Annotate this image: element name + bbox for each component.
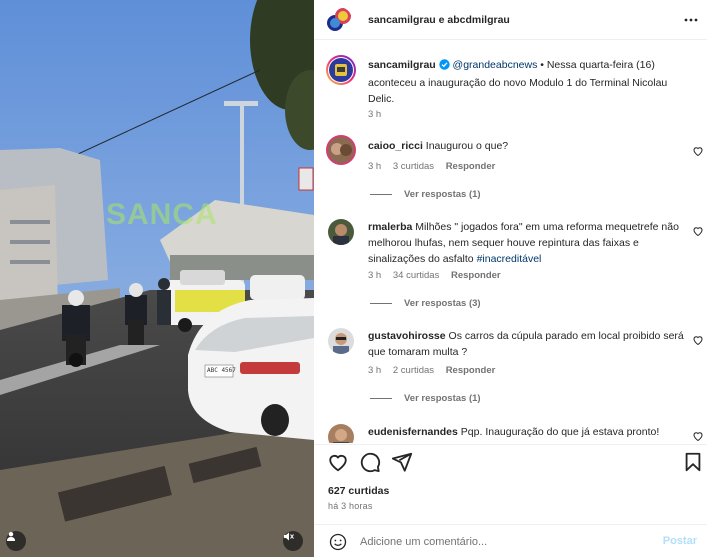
post-caption: sancamilgrau @grandeabcnews • Nessa quar…	[368, 57, 693, 107]
view-replies-label: Ver respostas (1)	[404, 393, 481, 404]
user-tag-button[interactable]	[6, 531, 26, 551]
comment-text: gustavohirosse Os carros da cúpula parad…	[368, 328, 690, 360]
post-authors: sancamilgrau e abcdmilgrau	[368, 12, 510, 28]
view-replies-label: Ver respostas (1)	[404, 189, 481, 200]
add-comment-bar: Postar	[314, 524, 707, 557]
comment-meta: 3 h 2 curtidas Responder	[368, 365, 504, 376]
reply-button[interactable]: Responder	[451, 270, 501, 281]
comment-avatar[interactable]	[328, 424, 354, 443]
author-1-link[interactable]: sancamilgrau	[368, 14, 436, 26]
comment-body: Inaugurou o que?	[425, 140, 509, 152]
replies-line	[370, 303, 392, 304]
mute-button[interactable]	[283, 531, 303, 551]
license-plate: ABC 4567	[207, 367, 236, 374]
reply-button[interactable]: Responder	[446, 161, 496, 172]
post-time-ago: há 3 horas	[328, 501, 373, 511]
heart-icon	[693, 147, 703, 157]
emoji-icon	[329, 533, 347, 551]
view-replies-label: Ver respostas (3)	[404, 298, 481, 309]
heart-icon	[693, 227, 703, 237]
user-tag-icon	[7, 532, 15, 541]
view-replies-button[interactable]: Ver respostas (1)	[370, 189, 481, 200]
caption-time: 3 h	[368, 109, 382, 120]
comment-like-button[interactable]	[692, 430, 704, 442]
comment-text: caioo_ricci Inaugurou o que?	[368, 138, 668, 154]
more-horizontal-icon	[684, 18, 698, 22]
author-avatar[interactable]	[326, 7, 352, 33]
comment-icon	[360, 452, 381, 473]
comment-time: 3 h	[368, 270, 382, 281]
post-header: sancamilgrau e abcdmilgrau	[314, 0, 707, 40]
author-2-link[interactable]: abcdmilgrau	[447, 14, 509, 26]
caption-avatar[interactable]	[326, 55, 356, 85]
view-replies-button[interactable]: Ver respostas (1)	[370, 393, 481, 404]
comment-avatar[interactable]	[328, 328, 354, 354]
replies-line	[370, 398, 392, 399]
heart-icon	[329, 454, 347, 472]
like-button[interactable]	[327, 451, 349, 473]
comment-username[interactable]: caioo_ricci	[368, 140, 423, 152]
comment-username[interactable]: rmalerba	[368, 221, 412, 233]
muted-speaker-icon	[284, 532, 294, 541]
caption-mention[interactable]: @grandeabcnews	[453, 59, 538, 71]
post-comment-button[interactable]: Postar	[663, 535, 697, 547]
watermark-text: SANCA	[106, 198, 218, 231]
comment-avatar[interactable]	[326, 135, 356, 165]
comment-text: eudenisfernandes Pqp. Inauguração do que…	[368, 424, 690, 440]
comment-username[interactable]: gustavohirosse	[368, 330, 446, 342]
save-button[interactable]	[682, 451, 704, 473]
caption-username[interactable]: sancamilgrau	[368, 59, 436, 71]
reply-button[interactable]: Responder	[446, 365, 496, 376]
comment-button[interactable]	[359, 451, 381, 473]
heart-icon	[693, 432, 703, 442]
send-icon	[391, 452, 413, 472]
replies-line	[370, 194, 392, 195]
comment-text: rmalerba Milhões " jogados fora" em uma …	[368, 219, 690, 267]
street-scene-image	[0, 0, 314, 557]
post-media-video[interactable]: SANCA ABC 4567	[0, 0, 314, 557]
comment-input[interactable]	[360, 533, 650, 551]
bookmark-icon	[685, 452, 701, 472]
heart-icon	[693, 336, 703, 346]
likes-count[interactable]: 627 curtidas	[328, 485, 389, 497]
verified-badge-icon	[438, 59, 450, 75]
comment-likes[interactable]: 34 curtidas	[393, 270, 439, 281]
view-replies-button[interactable]: Ver respostas (3)	[370, 298, 481, 309]
comment-hashtag[interactable]: #inacreditável	[477, 253, 542, 265]
comment-username[interactable]: eudenisfernandes	[368, 426, 458, 438]
comment-like-button[interactable]	[692, 225, 704, 237]
comment-likes[interactable]: 3 curtidas	[393, 161, 434, 172]
more-options-button[interactable]	[683, 12, 699, 28]
comment-avatar[interactable]	[328, 219, 354, 245]
comment-meta: 3 h 3 curtidas Responder	[368, 161, 504, 172]
authors-connector: e	[435, 14, 448, 26]
post-side-panel: sancamilgrau e abcdmilgrau sancamilgrau …	[314, 0, 707, 557]
comment-likes[interactable]: 2 curtidas	[393, 365, 434, 376]
emoji-button[interactable]	[329, 533, 347, 551]
comment-like-button[interactable]	[692, 145, 704, 157]
comment-time: 3 h	[368, 161, 382, 172]
comment-time: 3 h	[368, 365, 382, 376]
share-button[interactable]	[391, 451, 413, 473]
comment-clip: eudenisfernandes Pqp. Inauguração do que…	[314, 418, 707, 443]
comment-body: Pqp. Inauguração do que já estava pronto…	[460, 426, 660, 438]
comment-like-button[interactable]	[692, 334, 704, 346]
comment-meta: 3 h 34 curtidas Responder	[368, 270, 510, 281]
